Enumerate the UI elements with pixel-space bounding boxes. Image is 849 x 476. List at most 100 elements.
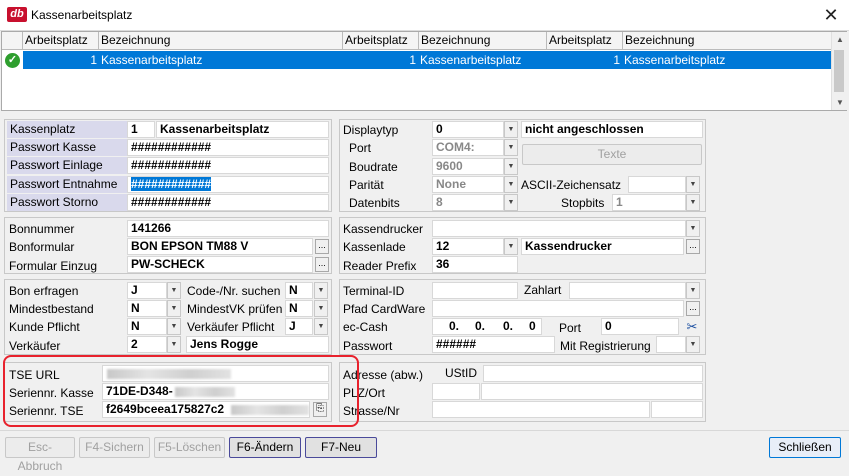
ascii-field[interactable] [628, 176, 686, 193]
seriennr-tse-label: Seriennr. TSE [9, 404, 84, 418]
datenbits-field[interactable]: 8 [432, 194, 504, 211]
chevron-down-icon[interactable]: ▼ [314, 282, 328, 299]
col-header[interactable]: Bezeichnung [418, 32, 546, 50]
code-suchen-label: Code-/Nr. suchen [187, 284, 281, 298]
ort-field[interactable] [481, 383, 703, 400]
zahlart-label: Zahlart [524, 283, 562, 297]
kunde-pflicht-label: Kunde Pflicht [9, 320, 80, 334]
formular-einzug-label: Formular Einzug [9, 259, 98, 273]
chevron-down-icon[interactable]: ▼ [167, 318, 181, 335]
kassenplatz-nr-field[interactable]: 1 [127, 121, 155, 138]
verkaeufer-name: Jens Rogge [186, 336, 329, 353]
pw-storno-label: Passwort Storno [7, 194, 127, 211]
neu-button[interactable]: F7-Neu [305, 437, 377, 458]
passwort-field[interactable]: ###### [432, 336, 555, 353]
baud-field[interactable]: 9600 [432, 158, 504, 175]
copy-icon[interactable]: ⎘ [313, 402, 327, 417]
paritaet-label: Parität [349, 178, 384, 192]
ellipsis-button[interactable]: ... [315, 257, 329, 272]
scroll-up-icon[interactable]: ▲ [832, 35, 848, 44]
seriennr-kasse-field[interactable]: 71DE-D348- [102, 383, 329, 400]
pw-kasse-field[interactable]: ############ [127, 139, 329, 156]
schliessen-button[interactable]: Schließen [769, 437, 841, 458]
pw-storno-field[interactable]: ############ [127, 194, 329, 211]
ustid-field[interactable] [483, 365, 703, 382]
ascii-label: ASCII-Zeichensatz [521, 178, 622, 192]
pw-entnahme-label: Passwort Entnahme [7, 176, 127, 193]
formular-einzug-field[interactable]: PW-SCHECK [127, 256, 313, 273]
chevron-down-icon[interactable]: ▼ [686, 220, 700, 237]
loeschen-button[interactable]: F5-Löschen [154, 437, 225, 458]
chevron-down-icon[interactable]: ▼ [504, 194, 518, 211]
kassendrucker-field[interactable] [432, 220, 686, 237]
col-header[interactable]: Bezeichnung [622, 32, 831, 50]
verkaeufer-field[interactable]: 2 [127, 336, 167, 353]
bon-erfragen-field[interactable]: J [127, 282, 167, 299]
pw-einlage-field[interactable]: ############ [127, 157, 329, 174]
paritaet-field[interactable]: None [432, 176, 504, 193]
strasse-field[interactable] [432, 401, 650, 418]
chevron-down-icon[interactable]: ▼ [504, 176, 518, 193]
pw-entnahme-field[interactable]: ############ [127, 176, 329, 193]
registrierung-field[interactable] [656, 336, 686, 353]
col-header[interactable]: Bezeichnung [98, 32, 342, 50]
aendern-button[interactable]: F6-Ändern [229, 437, 301, 458]
terminal-id-field[interactable] [432, 282, 518, 299]
chevron-down-icon[interactable]: ▼ [167, 336, 181, 353]
ip-field[interactable]: 0. 0. 0. 0 [432, 318, 542, 335]
chevron-down-icon[interactable]: ▼ [686, 336, 700, 353]
ip-octet: 0. [449, 319, 460, 333]
mindestbestand-field[interactable]: N [127, 300, 167, 317]
chevron-down-icon[interactable]: ▼ [504, 139, 518, 156]
displaytyp-field[interactable]: 0 [432, 121, 504, 138]
chevron-down-icon[interactable]: ▼ [314, 318, 328, 335]
chevron-down-icon[interactable]: ▼ [314, 300, 328, 317]
seriennr-tse-field[interactable]: f2649bceea175827c2 [102, 401, 310, 418]
chevron-down-icon[interactable]: ▼ [167, 282, 181, 299]
tools-icon[interactable]: ✂ [682, 318, 702, 335]
stopbits-field[interactable]: 1 [612, 194, 686, 211]
verkaeufer-pflicht-field[interactable]: J [285, 318, 313, 335]
chevron-down-icon[interactable]: ▼ [686, 194, 700, 211]
kunde-pflicht-field[interactable]: N [127, 318, 167, 335]
scrollbar-thumb[interactable] [834, 50, 844, 92]
ellipsis-button[interactable]: ... [686, 301, 700, 316]
col-header[interactable]: Arbeitsplatz [342, 32, 418, 50]
port-field[interactable]: 0 [601, 318, 679, 335]
plz-field[interactable] [432, 383, 480, 400]
bonformular-field[interactable]: BON EPSON TM88 V [127, 238, 313, 255]
chevron-down-icon[interactable]: ▼ [504, 238, 518, 255]
kassenlade-field[interactable]: 12 [432, 238, 504, 255]
chevron-down-icon[interactable]: ▼ [686, 282, 700, 299]
port-field[interactable]: COM4: [432, 139, 504, 156]
ellipsis-button[interactable]: ... [315, 239, 329, 254]
hausnr-field[interactable] [651, 401, 703, 418]
chevron-down-icon[interactable]: ▼ [167, 300, 181, 317]
mindestvk-field[interactable]: N [285, 300, 313, 317]
cardware-field[interactable] [432, 300, 684, 317]
passwort-label: Passwort [343, 339, 393, 353]
abbruch-button[interactable]: Esc-Abbruch [5, 437, 75, 473]
col-header[interactable]: Arbeitsplatz [546, 32, 622, 50]
pw-einlage-label: Passwort Einlage [7, 157, 127, 174]
close-icon[interactable]: ✕ [818, 3, 844, 27]
chevron-down-icon[interactable]: ▼ [504, 121, 518, 138]
col-header[interactable]: Arbeitsplatz [22, 32, 98, 50]
ellipsis-button[interactable]: ... [686, 239, 700, 254]
tse-url-label: TSE URL [9, 368, 60, 382]
kassenplatz-name-field[interactable]: Kassenarbeitsplatz [156, 121, 329, 138]
kassendrucker-label: Kassendrucker [343, 222, 424, 236]
seriennr-tse-value: f2649bceea175827c2 [106, 402, 225, 416]
bonnummer-field[interactable]: 141266 [127, 220, 329, 237]
table-row[interactable]: 1 Kassenarbeitsplatz 1 Kassenarbeitsplat… [23, 51, 831, 69]
code-suchen-field[interactable]: N [285, 282, 313, 299]
ustid-text: UStID [445, 366, 478, 380]
reader-field[interactable]: 36 [432, 256, 518, 273]
tse-url-field[interactable] [102, 365, 329, 382]
scroll-down-icon[interactable]: ▼ [832, 98, 848, 107]
chevron-down-icon[interactable]: ▼ [686, 176, 700, 193]
chevron-down-icon[interactable]: ▼ [504, 158, 518, 175]
texte-button[interactable]: Texte [522, 144, 702, 165]
zahlart-field[interactable] [569, 282, 686, 299]
sichern-button[interactable]: F4-Sichern [79, 437, 150, 458]
